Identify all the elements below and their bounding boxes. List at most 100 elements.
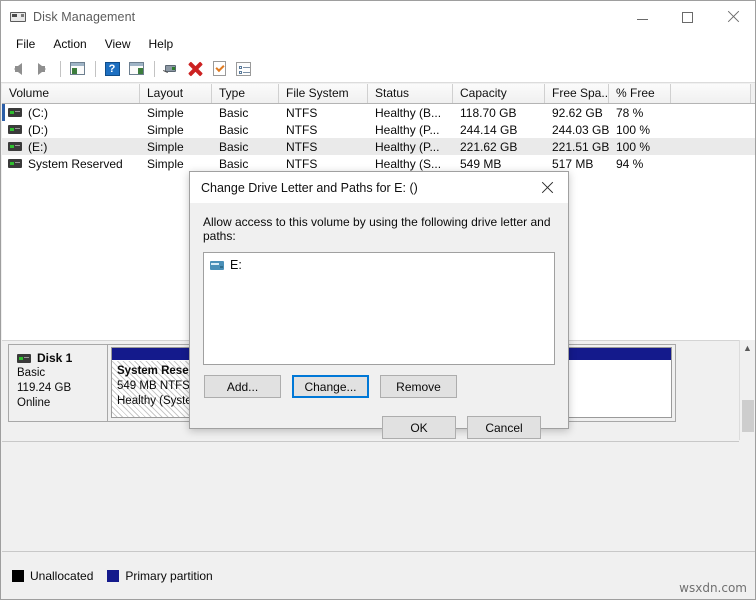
table-row[interactable]: System Reserved Simple Basic NTFS Health… bbox=[2, 155, 755, 172]
rescan-disks-icon[interactable] bbox=[160, 58, 182, 80]
cell-status: Healthy (B... bbox=[375, 105, 442, 120]
legend: Unallocated Primary partition wsxdn.com bbox=[2, 551, 755, 599]
cancel-button[interactable]: Cancel bbox=[467, 416, 541, 439]
column-header-extra[interactable] bbox=[671, 84, 751, 103]
disk-title: Disk 1 bbox=[17, 351, 107, 365]
lower-scroll-area bbox=[739, 441, 755, 550]
column-header-volume[interactable]: Volume bbox=[2, 84, 140, 103]
cell-layout: Simple bbox=[147, 156, 184, 171]
column-header-file-system[interactable]: File System bbox=[279, 84, 368, 103]
change-button[interactable]: Change... bbox=[292, 375, 369, 398]
legend-swatch-primary-partition bbox=[107, 569, 120, 582]
cell-status: Healthy (P... bbox=[375, 139, 440, 154]
table-row[interactable]: (C:) Simple Basic NTFS Healthy (B... 118… bbox=[2, 104, 755, 121]
column-header-layout[interactable]: Layout bbox=[140, 84, 212, 103]
menu-action[interactable]: Action bbox=[44, 35, 95, 53]
legend-item-unallocated: Unallocated bbox=[12, 569, 93, 583]
toolbar-separator bbox=[154, 60, 155, 77]
dialog-close-button[interactable] bbox=[526, 172, 568, 203]
menu-file[interactable]: File bbox=[7, 35, 44, 53]
disk-view-scrollbar[interactable]: ▲ bbox=[739, 340, 755, 440]
cell-file-system: NTFS bbox=[286, 105, 318, 120]
cell-layout: Simple bbox=[147, 139, 184, 154]
title-bar: Disk Management bbox=[1, 1, 755, 33]
list-item[interactable]: E: bbox=[210, 258, 554, 272]
delete-icon[interactable] bbox=[184, 58, 206, 80]
show-hide-console-tree-icon[interactable] bbox=[66, 58, 88, 80]
legend-label-primary-partition: Primary partition bbox=[125, 568, 213, 583]
dialog-confirm-buttons: OK Cancel bbox=[203, 416, 555, 439]
menu-bar: File Action View Help bbox=[1, 33, 755, 55]
add-button[interactable]: Add... bbox=[204, 375, 281, 398]
disk-view-empty-area bbox=[2, 441, 741, 550]
cell-file-system: NTFS bbox=[286, 139, 318, 154]
cell-layout: Simple bbox=[147, 105, 184, 120]
forward-arrow-icon[interactable] bbox=[31, 58, 53, 80]
properties-icon[interactable] bbox=[208, 58, 230, 80]
cell-capacity: 549 MB bbox=[460, 156, 502, 171]
cell-volume: (E:) bbox=[28, 139, 48, 154]
cell-free-space: 221.51 GB bbox=[552, 139, 609, 154]
menu-help[interactable]: Help bbox=[140, 35, 183, 53]
all-tasks-icon[interactable] bbox=[232, 58, 254, 80]
disk-type: Basic bbox=[17, 367, 46, 379]
scrollbar-thumb[interactable] bbox=[742, 400, 754, 432]
help-icon[interactable]: ? bbox=[101, 58, 123, 80]
cell-type: Basic bbox=[219, 156, 249, 171]
disk-management-window: Disk Management File Action View Help ? bbox=[0, 0, 756, 600]
dialog-title: Change Drive Letter and Paths for E: () bbox=[201, 180, 418, 195]
drive-icon bbox=[210, 260, 224, 270]
cell-status: Healthy (P... bbox=[375, 122, 440, 137]
row-selection-marker bbox=[2, 104, 5, 121]
menu-view[interactable]: View bbox=[96, 35, 140, 53]
cell-percent-free: 100 % bbox=[616, 139, 651, 154]
scroll-up-arrow-icon[interactable]: ▲ bbox=[740, 340, 755, 356]
volume-list-header: Volume Layout Type File System Status Ca… bbox=[2, 84, 755, 104]
disk-info-panel[interactable]: Disk 1 Basic 119.24 GB Online bbox=[9, 345, 108, 421]
cell-free-space: 244.03 GB bbox=[552, 122, 609, 137]
watermark: wsxdn.com bbox=[679, 581, 747, 595]
volume-icon bbox=[8, 108, 22, 117]
cell-percent-free: 100 % bbox=[616, 122, 651, 137]
dialog-body: Allow access to this volume by using the… bbox=[190, 203, 568, 439]
cell-capacity: 221.62 GB bbox=[460, 139, 518, 154]
toolbar-separator bbox=[95, 60, 96, 77]
close-button[interactable] bbox=[710, 1, 755, 33]
dialog-action-buttons: Add... Change... Remove bbox=[203, 375, 555, 398]
window-controls bbox=[620, 1, 755, 33]
column-header-type[interactable]: Type bbox=[212, 84, 279, 103]
show-hide-action-pane-icon[interactable] bbox=[125, 58, 147, 80]
drive-paths-list[interactable]: E: bbox=[203, 252, 555, 365]
toolbar-separator bbox=[60, 60, 61, 77]
volume-icon bbox=[8, 142, 22, 151]
legend-label-unallocated: Unallocated bbox=[30, 568, 94, 583]
cell-status: Healthy (S... bbox=[375, 156, 442, 171]
cell-file-system: NTFS bbox=[286, 156, 318, 171]
window-title: Disk Management bbox=[33, 10, 136, 24]
toolbar: ? bbox=[1, 55, 755, 83]
column-header-percent-free[interactable]: % Free bbox=[609, 84, 671, 103]
ok-button[interactable]: OK bbox=[382, 416, 456, 439]
maximize-button[interactable] bbox=[665, 1, 710, 33]
minimize-button[interactable] bbox=[620, 1, 665, 33]
column-header-capacity[interactable]: Capacity bbox=[453, 84, 545, 103]
cell-free-space: 92.62 GB bbox=[552, 105, 603, 120]
table-row[interactable]: (E:) Simple Basic NTFS Healthy (P... 221… bbox=[2, 104, 755, 155]
cell-type: Basic bbox=[219, 139, 249, 154]
volume-icon bbox=[8, 159, 22, 168]
list-item-label: E: bbox=[230, 258, 242, 272]
disk-capacity: 119.24 GB bbox=[17, 382, 72, 394]
remove-button[interactable]: Remove bbox=[380, 375, 457, 398]
table-row[interactable]: (D:) Simple Basic NTFS Healthy (P... 244… bbox=[2, 121, 755, 138]
cell-type: Basic bbox=[219, 122, 249, 137]
disk-icon bbox=[17, 353, 31, 363]
legend-swatch-unallocated bbox=[12, 569, 24, 582]
cell-type: Basic bbox=[219, 105, 249, 120]
cell-capacity: 118.70 GB bbox=[460, 105, 517, 120]
change-drive-letter-dialog: Change Drive Letter and Paths for E: () … bbox=[189, 171, 569, 439]
back-arrow-icon[interactable] bbox=[7, 58, 29, 80]
cell-layout: Simple bbox=[147, 122, 184, 137]
column-header-free-space[interactable]: Free Spa... bbox=[545, 84, 609, 103]
cell-free-space: 517 MB bbox=[552, 156, 594, 171]
column-header-status[interactable]: Status bbox=[368, 84, 453, 103]
